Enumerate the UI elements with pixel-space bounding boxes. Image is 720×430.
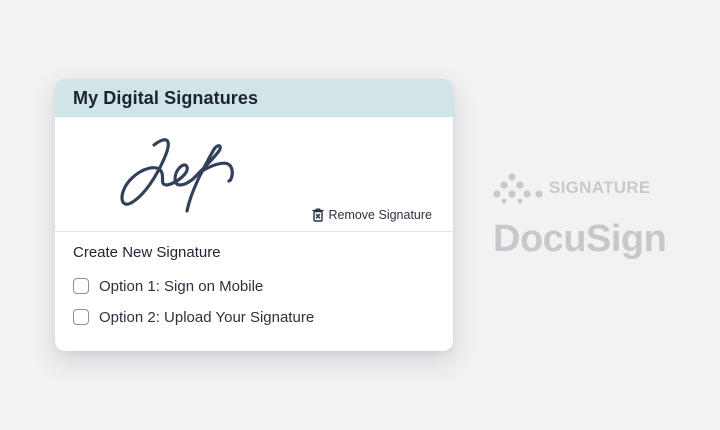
card-title: My Digital Signatures (73, 87, 259, 108)
option-label: Option 2: Upload Your Signature (99, 308, 315, 326)
option-upload-signature[interactable]: Option 2: Upload Your Signature (73, 307, 435, 327)
signature-preview: Remove Signature (55, 117, 453, 232)
dots-cluster-icon (493, 173, 543, 204)
remove-signature-label: Remove Signature (328, 208, 432, 222)
signature-drawing (120, 138, 234, 213)
signatures-card: My Digital Signatures Remove Signature C… (55, 79, 453, 351)
brand-logo: SIGNATURE DocuSign (493, 172, 667, 261)
option-sign-on-mobile[interactable]: Option 1: Sign on Mobile (73, 276, 435, 296)
create-signature-section: Create New Signature Option 1: Sign on M… (55, 232, 453, 327)
option-label: Option 1: Sign on Mobile (99, 277, 264, 295)
upload-signature-checkbox[interactable] (73, 309, 89, 325)
docusign-wordmark: DocuSign (493, 218, 667, 260)
remove-signature-button[interactable]: Remove Signature (312, 208, 432, 222)
card-header: My Digital Signatures (55, 79, 453, 117)
brand-signature-row: SIGNATURE (493, 172, 666, 204)
trash-icon (312, 208, 325, 222)
brand-signature-text: SIGNATURE (549, 178, 651, 197)
sign-on-mobile-checkbox[interactable] (73, 278, 89, 294)
create-signature-title: Create New Signature (73, 244, 221, 261)
